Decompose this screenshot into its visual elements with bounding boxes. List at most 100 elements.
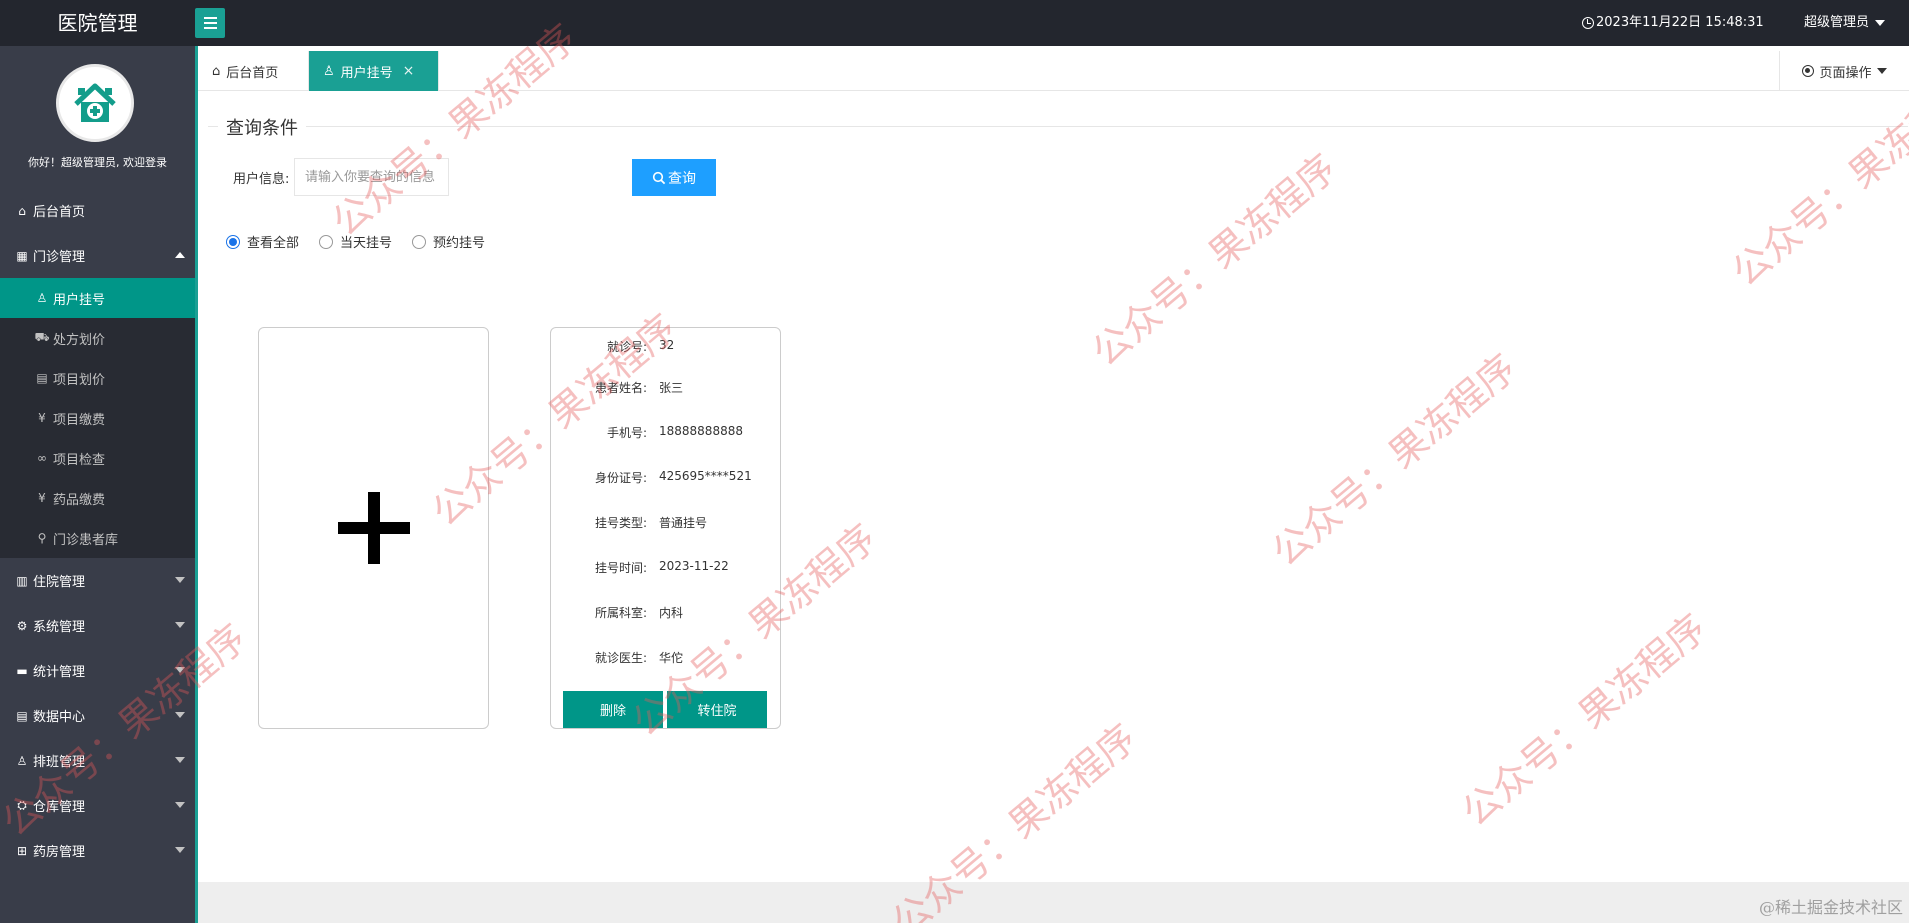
search-icon [652, 171, 666, 184]
field-row: 所属科室: 内科 [551, 604, 780, 624]
field-row: 挂号时间: 2023-11-22 [551, 559, 780, 579]
chevron-down-icon [175, 667, 185, 673]
user-menu[interactable]: 超级管理员 [1804, 0, 1886, 46]
cart-icon: ⛟ [34, 330, 50, 344]
radio-label: 当天挂号 [340, 236, 393, 251]
chevron-down-icon [175, 847, 185, 853]
chevron-down-icon [1876, 68, 1887, 74]
radio-today[interactable]: 当天挂号 [319, 232, 392, 251]
sidebar-item-system[interactable]: ⚙ 系统管理 [0, 603, 195, 648]
user-info-label: 用户信息: [233, 172, 290, 187]
user-name: 超级管理员 [1804, 15, 1870, 30]
person-icon: ⚲ [37, 531, 47, 545]
sidebar-nav: ⌂ 后台首页 ▦ 门诊管理 ♙ 用户挂号 ⛟ 处方划价 ▤ 项目划价 ¥ 项目缴… [0, 188, 195, 873]
sidebar-item-scheduling[interactable]: ♙ 排班管理 [0, 738, 195, 783]
tab-home[interactable]: ⌂ 后台首页 [198, 51, 309, 91]
tab-label: 用户挂号 [340, 65, 393, 81]
query-fieldset-border [208, 126, 1908, 127]
sidebar-item-label: 仓库管理 [33, 800, 86, 815]
sidebar-item-label: 药品缴费 [53, 492, 106, 508]
tab-registration[interactable]: ♙ 用户挂号 × [309, 51, 439, 91]
sidebar-item-label: 系统管理 [33, 620, 86, 635]
sidebar-item-label: 药房管理 [33, 845, 86, 860]
page-operations-label: 页面操作 [1819, 65, 1872, 81]
app-title: 医院管理 [57, 11, 138, 35]
field-value: 425695****521 [659, 469, 752, 483]
gear-icon: ⚙ [16, 618, 28, 633]
field-value: 18888888888 [659, 424, 743, 438]
target-icon [1802, 65, 1815, 77]
datetime-display: 2023年11月22日 15:48:31 [1582, 0, 1764, 46]
field-key: 所属科室: [594, 606, 647, 620]
sidebar-item-label: 排班管理 [33, 755, 86, 770]
field-row: 就诊号: 32 [551, 338, 780, 358]
infinity-icon: ∞ [37, 451, 47, 465]
delete-button[interactable]: 删除 [563, 691, 663, 728]
user-icon: ♙ [16, 753, 28, 768]
sidebar-item-project-pricing[interactable]: ▤ 项目划价 [0, 358, 195, 398]
avatar [56, 64, 134, 142]
warehouse-icon: ⛭ [17, 798, 27, 812]
sidebar-item-label: 项目缴费 [53, 412, 106, 428]
page-operations-dropdown[interactable]: 页面操作 [1779, 51, 1909, 91]
welcome-text: 你好！超级管理员, 欢迎登录 [28, 156, 167, 169]
sidebar-item-label: 门诊管理 [33, 250, 86, 265]
field-key: 手机号: [606, 426, 647, 440]
datetime-text: 2023年11月22日 15:48:31 [1596, 15, 1764, 30]
add-registration-card[interactable] [258, 327, 489, 729]
hospital-logo-icon [68, 76, 122, 130]
tab-label: 后台首页 [226, 65, 279, 81]
plus-icon [337, 492, 410, 564]
user-info-input[interactable] [294, 158, 449, 196]
sidebar-item-project-check[interactable]: ∞ 项目检查 [0, 438, 195, 478]
chevron-down-icon [175, 622, 185, 628]
chevron-down-icon [175, 712, 185, 718]
sidebar-item-drug-payment[interactable]: ¥ 药品缴费 [0, 478, 195, 518]
field-value: 华佗 [659, 651, 684, 665]
radio-circle [226, 234, 240, 249]
grid-icon: ▦ [16, 248, 28, 263]
top-bar: 医院管理 2023年11月22日 15:48:31 超级管理员 [0, 0, 1909, 46]
file-icon: ▤ [36, 371, 48, 385]
sidebar-item-label: 数据中心 [33, 710, 86, 725]
field-value: 内科 [659, 606, 684, 620]
home-icon: ⌂ [212, 63, 221, 79]
yen-icon: ¥ [38, 411, 46, 425]
chevron-down-icon [175, 757, 185, 763]
sidebar-item-outpatient[interactable]: ▦ 门诊管理 [0, 233, 195, 278]
field-value: 张三 [659, 381, 684, 395]
close-icon[interactable]: × [403, 63, 415, 79]
sidebar-item-home[interactable]: ⌂ 后台首页 [0, 188, 195, 233]
field-key: 挂号时间: [594, 561, 647, 575]
tab-bar: ⌂ 后台首页 ♙ 用户挂号 × 页面操作 [198, 51, 1909, 91]
chevron-up-icon [175, 252, 185, 258]
field-key: 患者姓名: [594, 381, 647, 395]
menu-toggle-button[interactable] [195, 8, 225, 38]
search-button[interactable]: 查询 [632, 159, 716, 196]
radio-label: 预约挂号 [433, 236, 486, 251]
sidebar-item-pharmacy[interactable]: ⊞ 药房管理 [0, 828, 195, 873]
sidebar-item-prescription-pricing[interactable]: ⛟ 处方划价 [0, 318, 195, 358]
sidebar-item-registration[interactable]: ♙ 用户挂号 [0, 278, 195, 318]
sidebar-item-warehouse[interactable]: ⛭ 仓库管理 [0, 783, 195, 828]
main-content: ⌂ 后台首页 ♙ 用户挂号 × 页面操作 查询条件 用户信息: 查询 查看全部 … [195, 46, 1909, 923]
chevron-down-icon [1875, 20, 1886, 26]
sidebar-item-statistics[interactable]: ▬ 统计管理 [0, 648, 195, 693]
sidebar-item-label: 统计管理 [33, 665, 86, 680]
chevron-down-icon [175, 802, 185, 808]
monitor-icon: ▬ [16, 663, 28, 678]
sidebar-item-patient-library[interactable]: ⚲ 门诊患者库 [0, 518, 195, 558]
clock-icon [1582, 17, 1594, 29]
user-icon: ♙ [323, 63, 335, 79]
sidebar: 你好！超级管理员, 欢迎登录 ⌂ 后台首页 ▦ 门诊管理 ♙ 用户挂号 ⛟ 处方… [0, 46, 195, 923]
transfer-inpatient-button[interactable]: 转住院 [667, 691, 767, 728]
sidebar-item-project-payment[interactable]: ¥ 项目缴费 [0, 398, 195, 438]
sidebar-item-label: 用户挂号 [53, 292, 106, 308]
sidebar-item-inpatient[interactable]: ▥ 住院管理 [0, 558, 195, 603]
radio-appointment[interactable]: 预约挂号 [412, 232, 485, 251]
outpatient-submenu: ♙ 用户挂号 ⛟ 处方划价 ▤ 项目划价 ¥ 项目缴费 ∞ 项目检查 ¥ 药品缴… [0, 278, 195, 558]
radio-all[interactable]: 查看全部 [226, 232, 299, 251]
sidebar-item-label: 项目划价 [53, 372, 106, 388]
radio-circle [319, 234, 334, 249]
sidebar-item-data-center[interactable]: ▤ 数据中心 [0, 693, 195, 738]
